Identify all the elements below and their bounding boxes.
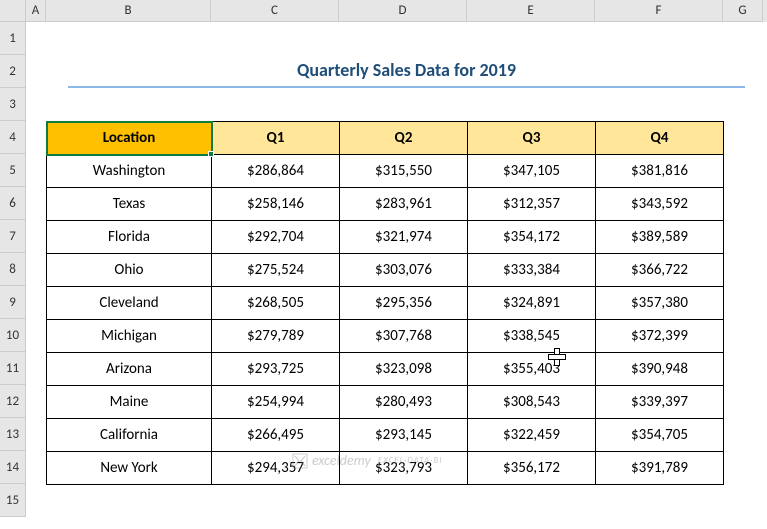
cell-location[interactable]: Washington bbox=[47, 155, 212, 188]
row-header[interactable]: 7 bbox=[0, 220, 26, 253]
header-q3[interactable]: Q3 bbox=[468, 122, 596, 155]
cell-value[interactable]: $391,789 bbox=[596, 452, 724, 485]
sheet-title[interactable]: Quarterly Sales Data for 2019 bbox=[68, 55, 745, 88]
header-label: Location bbox=[103, 129, 156, 147]
column-header[interactable]: C bbox=[211, 0, 339, 22]
row-header[interactable]: 2 bbox=[0, 55, 26, 88]
cell-value[interactable]: $307,768 bbox=[340, 320, 468, 353]
cell-value[interactable]: $294,357 bbox=[212, 452, 340, 485]
row-header-gutter: 1 2 3 4 5 6 7 8 9 10 11 12 13 14 15 bbox=[0, 0, 26, 517]
cell-location[interactable]: New York bbox=[47, 452, 212, 485]
column-header[interactable]: A bbox=[26, 0, 46, 22]
table-row: Texas$258,146$283,961$312,357$343,592 bbox=[47, 188, 724, 221]
header-q4[interactable]: Q4 bbox=[596, 122, 724, 155]
row-header[interactable]: 11 bbox=[0, 352, 26, 385]
row-header[interactable]: 3 bbox=[0, 88, 26, 121]
cell-value[interactable]: $323,793 bbox=[340, 452, 468, 485]
cell-value[interactable]: $286,864 bbox=[212, 155, 340, 188]
table-row: Michigan$279,789$307,768$338,545$372,399 bbox=[47, 320, 724, 353]
cell-value[interactable]: $322,459 bbox=[468, 419, 596, 452]
cell-location[interactable]: Arizona bbox=[47, 353, 212, 386]
cell-value[interactable]: $372,399 bbox=[596, 320, 724, 353]
cell-value[interactable]: $283,961 bbox=[340, 188, 468, 221]
row-header[interactable]: 12 bbox=[0, 385, 26, 418]
cell-value[interactable]: $312,357 bbox=[468, 188, 596, 221]
column-header[interactable]: G bbox=[723, 0, 763, 22]
cell-value[interactable]: $357,380 bbox=[596, 287, 724, 320]
cell-value[interactable]: $275,524 bbox=[212, 254, 340, 287]
cell-value[interactable]: $303,076 bbox=[340, 254, 468, 287]
cell-location[interactable]: Florida bbox=[47, 221, 212, 254]
cell-value[interactable]: $338,545 bbox=[468, 320, 596, 353]
row-header[interactable]: 1 bbox=[0, 22, 26, 55]
header-q2[interactable]: Q2 bbox=[340, 122, 468, 155]
table-row: Florida$292,704$321,974$354,172$389,589 bbox=[47, 221, 724, 254]
cell-value[interactable]: $366,722 bbox=[596, 254, 724, 287]
cell-value[interactable]: $279,789 bbox=[212, 320, 340, 353]
select-all-corner[interactable] bbox=[0, 0, 26, 22]
table-row: Arizona$293,725$323,098$355,403$390,948 bbox=[47, 353, 724, 386]
cell-value[interactable]: $293,725 bbox=[212, 353, 340, 386]
cell-value[interactable]: $355,403 bbox=[468, 353, 596, 386]
row-header[interactable]: 6 bbox=[0, 187, 26, 220]
cell-value[interactable]: $268,505 bbox=[212, 287, 340, 320]
table-row: Cleveland$268,505$295,356$324,891$357,38… bbox=[47, 287, 724, 320]
cell-value[interactable]: $315,550 bbox=[340, 155, 468, 188]
cell-value[interactable]: $381,816 bbox=[596, 155, 724, 188]
table-row: New York$294,357$323,793$356,172$391,789 bbox=[47, 452, 724, 485]
cell-location[interactable]: California bbox=[47, 419, 212, 452]
cell-value[interactable]: $354,705 bbox=[596, 419, 724, 452]
table-header-row: Location Q1 Q2 Q3 Q4 bbox=[47, 122, 724, 155]
row-header[interactable]: 9 bbox=[0, 286, 26, 319]
cell-value[interactable]: $254,994 bbox=[212, 386, 340, 419]
cell-value[interactable]: $293,145 bbox=[340, 419, 468, 452]
cell-value[interactable]: $258,146 bbox=[212, 188, 340, 221]
column-header[interactable]: F bbox=[595, 0, 723, 22]
column-header[interactable]: B bbox=[46, 0, 211, 22]
cell-value[interactable]: $356,172 bbox=[468, 452, 596, 485]
table-row: Maine$254,994$280,493$308,543$339,397 bbox=[47, 386, 724, 419]
cell-value[interactable]: $324,891 bbox=[468, 287, 596, 320]
cell-location[interactable]: Michigan bbox=[47, 320, 212, 353]
cell-value[interactable]: $354,172 bbox=[468, 221, 596, 254]
column-header-row: A B C D E F G bbox=[26, 0, 767, 22]
cell-value[interactable]: $323,098 bbox=[340, 353, 468, 386]
cell-value[interactable]: $280,493 bbox=[340, 386, 468, 419]
row-header[interactable]: 5 bbox=[0, 154, 26, 187]
fill-handle[interactable] bbox=[208, 151, 214, 157]
cell-value[interactable]: $295,356 bbox=[340, 287, 468, 320]
cell-location[interactable]: Ohio bbox=[47, 254, 212, 287]
row-header[interactable]: 10 bbox=[0, 319, 26, 352]
header-location[interactable]: Location bbox=[47, 122, 212, 155]
cell-value[interactable]: $333,384 bbox=[468, 254, 596, 287]
cell-value[interactable]: $343,592 bbox=[596, 188, 724, 221]
cell-value[interactable]: $321,974 bbox=[340, 221, 468, 254]
row-header[interactable]: 13 bbox=[0, 418, 26, 451]
column-header[interactable]: E bbox=[467, 0, 595, 22]
table-row: California$266,495$293,145$322,459$354,7… bbox=[47, 419, 724, 452]
row-header[interactable]: 15 bbox=[0, 484, 26, 517]
cell-value[interactable]: $308,543 bbox=[468, 386, 596, 419]
row-header[interactable]: 8 bbox=[0, 253, 26, 286]
cell-value[interactable]: $292,704 bbox=[212, 221, 340, 254]
cell-value[interactable]: $339,397 bbox=[596, 386, 724, 419]
cell-location[interactable]: Texas bbox=[47, 188, 212, 221]
table-row: Washington$286,864$315,550$347,105$381,8… bbox=[47, 155, 724, 188]
cell-value[interactable]: $347,105 bbox=[468, 155, 596, 188]
column-header[interactable]: D bbox=[339, 0, 467, 22]
cell-value[interactable]: $266,495 bbox=[212, 419, 340, 452]
cell-value[interactable]: $389,589 bbox=[596, 221, 724, 254]
cell-value[interactable]: $390,948 bbox=[596, 353, 724, 386]
cell-location[interactable]: Cleveland bbox=[47, 287, 212, 320]
cell-location[interactable]: Maine bbox=[47, 386, 212, 419]
row-header[interactable]: 14 bbox=[0, 451, 26, 484]
header-q1[interactable]: Q1 bbox=[212, 122, 340, 155]
row-header[interactable]: 4 bbox=[0, 121, 26, 154]
data-table: Location Q1 Q2 Q3 Q4 Washington$286,864$… bbox=[46, 121, 724, 485]
table-row: Ohio$275,524$303,076$333,384$366,722 bbox=[47, 254, 724, 287]
